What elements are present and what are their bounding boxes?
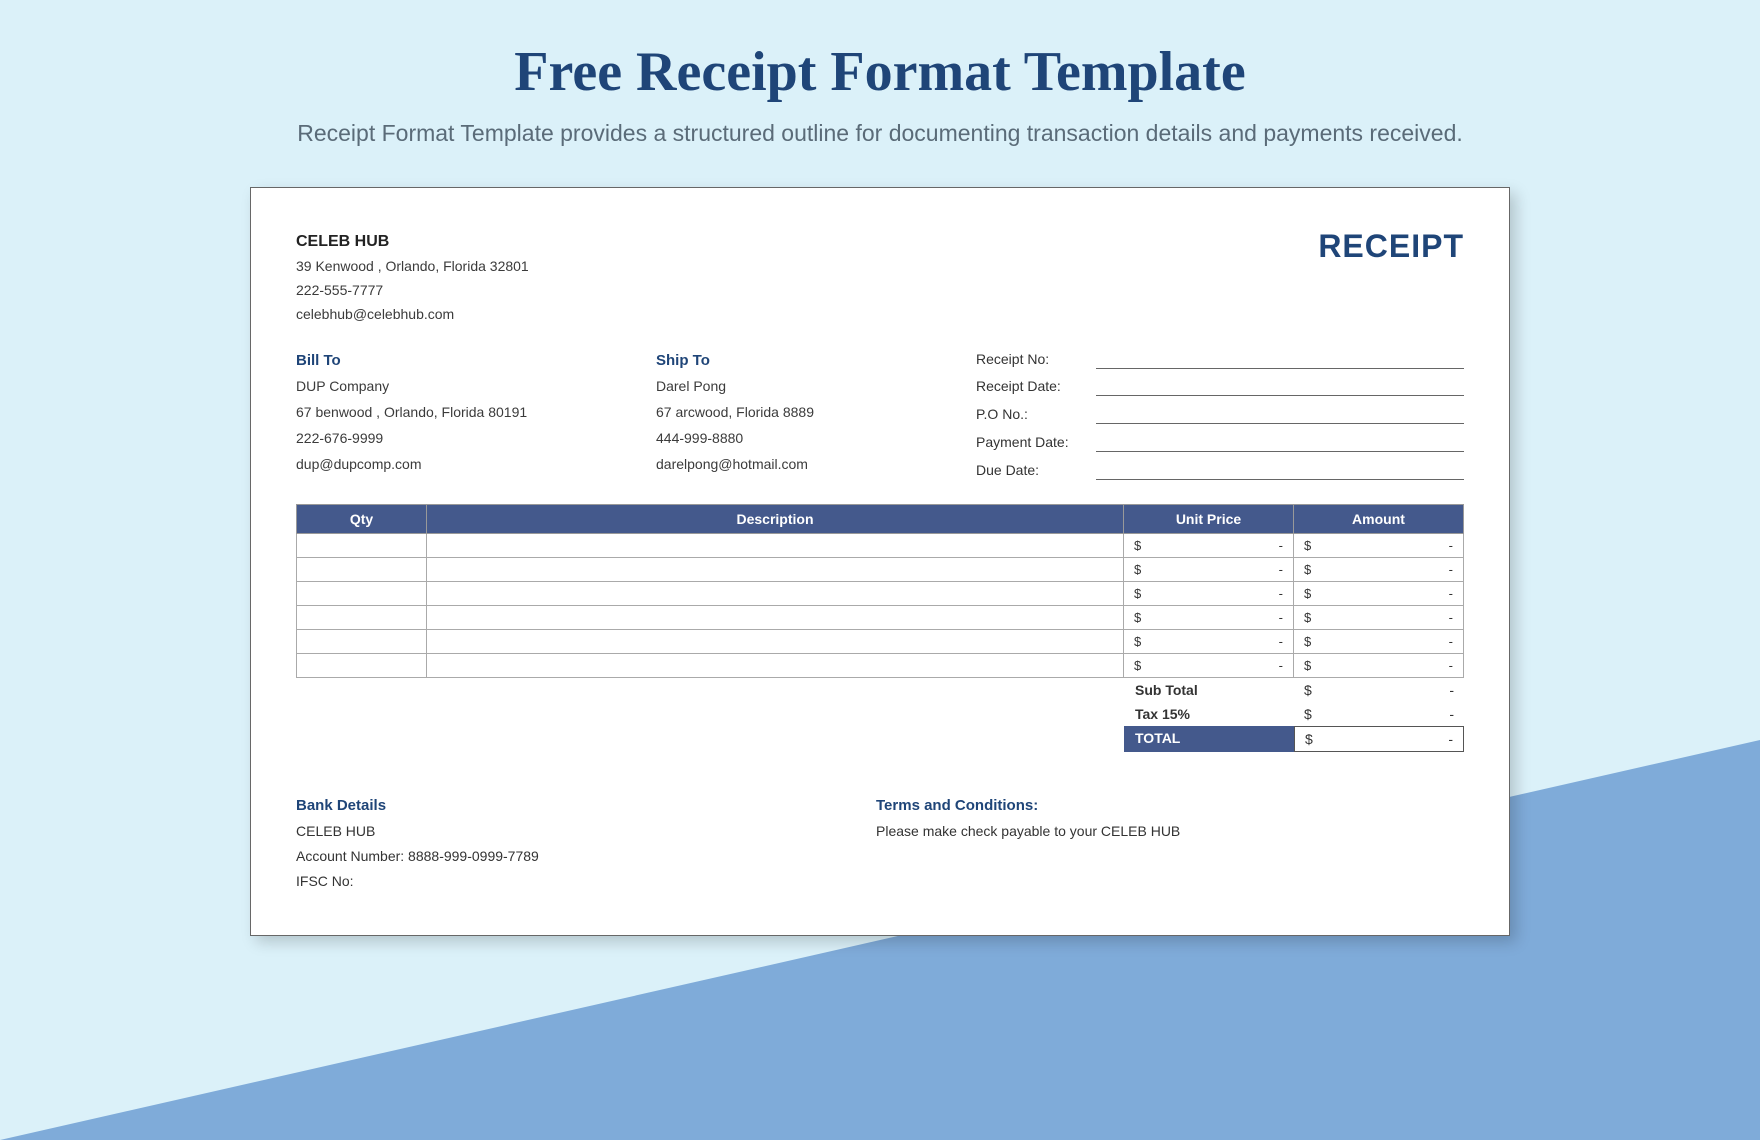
terms-text: Please make check payable to your CELEB … [876, 819, 1464, 844]
page-title: Free Receipt Format Template [0, 0, 1760, 104]
th-amount: Amount [1294, 505, 1464, 534]
cell-amount: $- [1294, 630, 1464, 654]
receipt-meta-block: Receipt No: Receipt Date: P.O No.: Payme… [976, 347, 1464, 486]
cell-desc [427, 534, 1124, 558]
cell-qty [297, 534, 427, 558]
page-subtitle: Receipt Format Template provides a struc… [0, 120, 1760, 147]
bill-to-address: 67 benwood , Orlando, Florida 80191 [296, 400, 636, 426]
cell-qty [297, 558, 427, 582]
cell-price: $- [1124, 558, 1294, 582]
cell-desc [427, 582, 1124, 606]
bill-to-name: DUP Company [296, 374, 636, 400]
bank-details-block: Bank Details CELEB HUB Account Number: 8… [296, 792, 836, 895]
bill-to-block: Bill To DUP Company 67 benwood , Orlando… [296, 347, 636, 486]
cell-desc [427, 630, 1124, 654]
company-name: CELEB HUB [296, 228, 529, 255]
cell-amount: $- [1294, 582, 1464, 606]
table-row: $-$- [297, 558, 1464, 582]
ship-to-phone: 444-999-8880 [656, 426, 956, 452]
company-address: 39 Kenwood , Orlando, Florida 32801 [296, 255, 529, 279]
tax-label: Tax 15% [1124, 702, 1294, 726]
meta-receipt-no-label: Receipt No: [976, 347, 1096, 373]
cell-price: $- [1124, 534, 1294, 558]
subtotal-sym: $ [1304, 682, 1312, 698]
meta-receipt-date-label: Receipt Date: [976, 374, 1096, 400]
bill-to-label: Bill To [296, 347, 636, 375]
bank-name: CELEB HUB [296, 819, 836, 844]
cell-price: $- [1124, 630, 1294, 654]
bill-to-phone: 222-676-9999 [296, 426, 636, 452]
totals-block: Sub Total $ - Tax 15% $ - TOTAL $ - [1124, 678, 1464, 752]
bank-ifsc: IFSC No: [296, 869, 836, 894]
company-email: celebhub@celebhub.com [296, 303, 529, 327]
total-val: - [1448, 731, 1453, 747]
th-price: Unit Price [1124, 505, 1294, 534]
cell-qty [297, 654, 427, 678]
th-qty: Qty [297, 505, 427, 534]
meta-receipt-date-line [1096, 378, 1464, 396]
th-desc: Description [427, 505, 1124, 534]
receipt-document: CELEB HUB 39 Kenwood , Orlando, Florida … [250, 187, 1510, 936]
meta-payment-date-line [1096, 434, 1464, 452]
cell-desc [427, 558, 1124, 582]
cell-price: $- [1124, 606, 1294, 630]
company-block: CELEB HUB 39 Kenwood , Orlando, Florida … [296, 228, 529, 327]
cell-desc [427, 606, 1124, 630]
total-label: TOTAL [1124, 726, 1294, 752]
meta-po-no-label: P.O No.: [976, 402, 1096, 428]
cell-price: $- [1124, 582, 1294, 606]
table-row: $-$- [297, 582, 1464, 606]
table-row: $-$- [297, 606, 1464, 630]
receipt-label: RECEIPT [1318, 228, 1464, 265]
ship-to-name: Darel Pong [656, 374, 956, 400]
meta-payment-date-label: Payment Date: [976, 430, 1096, 456]
table-row: $-$- [297, 534, 1464, 558]
ship-to-label: Ship To [656, 347, 956, 375]
cell-amount: $- [1294, 606, 1464, 630]
items-table: Qty Description Unit Price Amount $-$-$-… [296, 504, 1464, 678]
ship-to-address: 67 arcwood, Florida 8889 [656, 400, 956, 426]
meta-due-date-line [1096, 462, 1464, 480]
tax-sym: $ [1304, 706, 1312, 722]
meta-receipt-no-line [1096, 351, 1464, 369]
company-phone: 222-555-7777 [296, 279, 529, 303]
ship-to-block: Ship To Darel Pong 67 arcwood, Florida 8… [656, 347, 956, 486]
bill-to-email: dup@dupcomp.com [296, 452, 636, 478]
table-row: $-$- [297, 630, 1464, 654]
cell-qty [297, 630, 427, 654]
subtotal-label: Sub Total [1124, 678, 1294, 702]
cell-desc [427, 654, 1124, 678]
subtotal-val: - [1449, 682, 1454, 698]
terms-block: Terms and Conditions: Please make check … [876, 792, 1464, 895]
tax-val: - [1449, 706, 1454, 722]
table-row: $-$- [297, 654, 1464, 678]
bank-details-label: Bank Details [296, 792, 836, 819]
cell-amount: $- [1294, 534, 1464, 558]
meta-po-no-line [1096, 406, 1464, 424]
ship-to-email: darelpong@hotmail.com [656, 452, 956, 478]
cell-qty [297, 582, 427, 606]
cell-price: $- [1124, 654, 1294, 678]
cell-amount: $- [1294, 558, 1464, 582]
cell-qty [297, 606, 427, 630]
total-sym: $ [1305, 731, 1313, 747]
bank-account: Account Number: 8888-999-0999-7789 [296, 844, 836, 869]
cell-amount: $- [1294, 654, 1464, 678]
meta-due-date-label: Due Date: [976, 458, 1096, 484]
terms-label: Terms and Conditions: [876, 792, 1464, 819]
